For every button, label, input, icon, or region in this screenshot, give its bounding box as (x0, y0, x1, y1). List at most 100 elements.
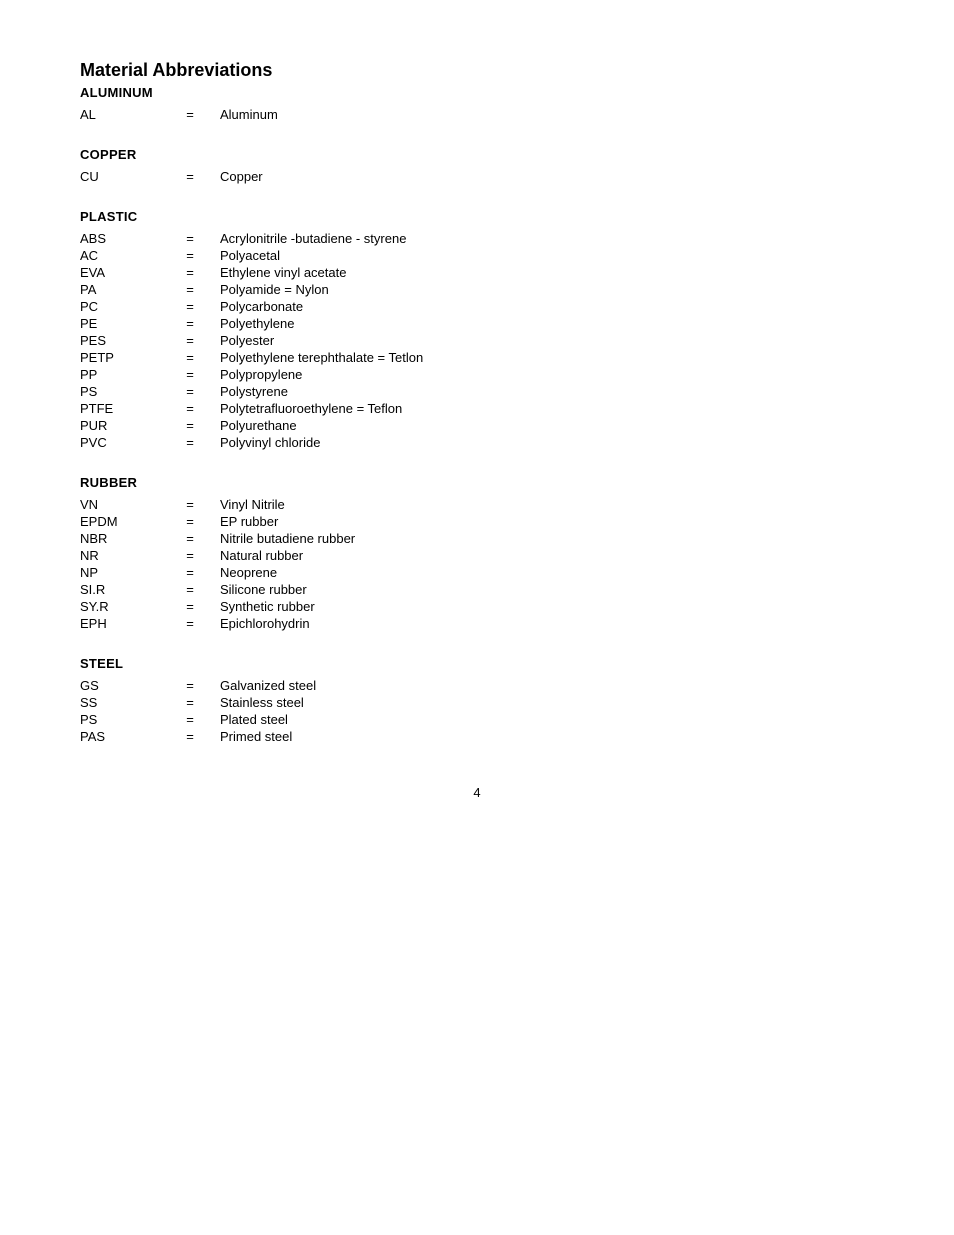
name-cell: Polyamide = Nylon (220, 281, 874, 298)
section-aluminum: ALUMINUM AL=Aluminum (80, 85, 874, 123)
table-row: SI.R=Silicone rubber (80, 581, 874, 598)
table-row: PA=Polyamide = Nylon (80, 281, 874, 298)
table-row: AL=Aluminum (80, 106, 874, 123)
abbr-cell: GS (80, 677, 160, 694)
abbr-table-aluminum: AL=Aluminum (80, 106, 874, 123)
name-cell: Polyvinyl chloride (220, 434, 874, 451)
name-cell: Epichlorohydrin (220, 615, 874, 632)
eq-cell: = (160, 547, 220, 564)
table-row: PP=Polypropylene (80, 366, 874, 383)
eq-cell: = (160, 728, 220, 745)
abbr-cell: SI.R (80, 581, 160, 598)
name-cell: Stainless steel (220, 694, 874, 711)
abbr-cell: PTFE (80, 400, 160, 417)
eq-cell: = (160, 711, 220, 728)
name-cell: Natural rubber (220, 547, 874, 564)
table-row: PE=Polyethylene (80, 315, 874, 332)
table-row: AC=Polyacetal (80, 247, 874, 264)
eq-cell: = (160, 332, 220, 349)
abbr-cell: PE (80, 315, 160, 332)
section-plastic: PLASTICABS=Acrylonitrile -butadiene - st… (80, 209, 874, 451)
abbr-cell: PS (80, 383, 160, 400)
name-cell: Ethylene vinyl acetate (220, 264, 874, 281)
eq-cell: = (160, 677, 220, 694)
abbr-cell: PA (80, 281, 160, 298)
page-number: 4 (80, 785, 874, 800)
section-title-copper: COPPER (80, 147, 874, 162)
abbr-cell: VN (80, 496, 160, 513)
name-cell: Silicone rubber (220, 581, 874, 598)
abbr-cell: PETP (80, 349, 160, 366)
table-row: PS=Plated steel (80, 711, 874, 728)
eq-cell: = (160, 615, 220, 632)
name-cell: Polyurethane (220, 417, 874, 434)
eq-cell: = (160, 434, 220, 451)
name-cell: Polyethylene terephthalate = Tetlon (220, 349, 874, 366)
table-row: SS=Stainless steel (80, 694, 874, 711)
abbr-cell: SS (80, 694, 160, 711)
abbr-cell: CU (80, 168, 160, 185)
page: Material Abbreviations ALUMINUMAL=Alumin… (0, 0, 954, 860)
name-cell: Polytetrafluoroethylene = Teflon (220, 400, 874, 417)
eq-cell: = (160, 264, 220, 281)
section-title-plastic: PLASTIC (80, 209, 874, 224)
eq-cell: = (160, 298, 220, 315)
name-cell: Copper (220, 168, 874, 185)
table-row: EPDM=EP rubber (80, 513, 874, 530)
abbr-table-rubber: VN=Vinyl NitrileEPDM=EP rubberNBR=Nitril… (80, 496, 874, 632)
abbr-cell: PUR (80, 417, 160, 434)
eq-cell: = (160, 496, 220, 513)
abbr-table-plastic: ABS=Acrylonitrile -butadiene - styreneAC… (80, 230, 874, 451)
name-cell: Acrylonitrile -butadiene - styrene (220, 230, 874, 247)
eq-cell: = (160, 230, 220, 247)
eq-cell: = (160, 564, 220, 581)
name-cell: Aluminum (220, 106, 874, 123)
name-cell: Polyester (220, 332, 874, 349)
name-cell: Galvanized steel (220, 677, 874, 694)
table-row: SY.R=Synthetic rubber (80, 598, 874, 615)
table-row: PAS=Primed steel (80, 728, 874, 745)
table-row: NBR=Nitrile butadiene rubber (80, 530, 874, 547)
table-row: PUR=Polyurethane (80, 417, 874, 434)
name-cell: Neoprene (220, 564, 874, 581)
section-steel: STEELGS=Galvanized steelSS=Stainless ste… (80, 656, 874, 745)
name-cell: Polycarbonate (220, 298, 874, 315)
abbr-cell: AL (80, 106, 160, 123)
section-copper: COPPER CU=Copper (80, 147, 874, 185)
table-row: GS=Galvanized steel (80, 677, 874, 694)
abbr-cell: NBR (80, 530, 160, 547)
abbr-cell: ABS (80, 230, 160, 247)
eq-cell: = (160, 168, 220, 185)
abbr-cell: PS (80, 711, 160, 728)
name-cell: Polypropylene (220, 366, 874, 383)
table-row: VN=Vinyl Nitrile (80, 496, 874, 513)
section-title-steel: STEEL (80, 656, 874, 671)
eq-cell: = (160, 366, 220, 383)
table-row: PETP=Polyethylene terephthalate = Tetlon (80, 349, 874, 366)
eq-cell: = (160, 349, 220, 366)
abbr-table-copper: CU=Copper (80, 168, 874, 185)
eq-cell: = (160, 400, 220, 417)
abbr-cell: PP (80, 366, 160, 383)
eq-cell: = (160, 694, 220, 711)
abbr-table-steel: GS=Galvanized steelSS=Stainless steelPS=… (80, 677, 874, 745)
name-cell: Polystyrene (220, 383, 874, 400)
table-row: PS=Polystyrene (80, 383, 874, 400)
table-row: EPH=Epichlorohydrin (80, 615, 874, 632)
table-row: PVC=Polyvinyl chloride (80, 434, 874, 451)
table-row: NR=Natural rubber (80, 547, 874, 564)
table-row: PTFE=Polytetrafluoroethylene = Teflon (80, 400, 874, 417)
eq-cell: = (160, 315, 220, 332)
table-row: EVA=Ethylene vinyl acetate (80, 264, 874, 281)
name-cell: Primed steel (220, 728, 874, 745)
section-title-aluminum: ALUMINUM (80, 85, 874, 100)
eq-cell: = (160, 581, 220, 598)
table-row: ABS=Acrylonitrile -butadiene - styrene (80, 230, 874, 247)
abbr-cell: PC (80, 298, 160, 315)
abbr-cell: PES (80, 332, 160, 349)
abbr-cell: PVC (80, 434, 160, 451)
eq-cell: = (160, 417, 220, 434)
abbr-cell: NP (80, 564, 160, 581)
eq-cell: = (160, 383, 220, 400)
eq-cell: = (160, 530, 220, 547)
